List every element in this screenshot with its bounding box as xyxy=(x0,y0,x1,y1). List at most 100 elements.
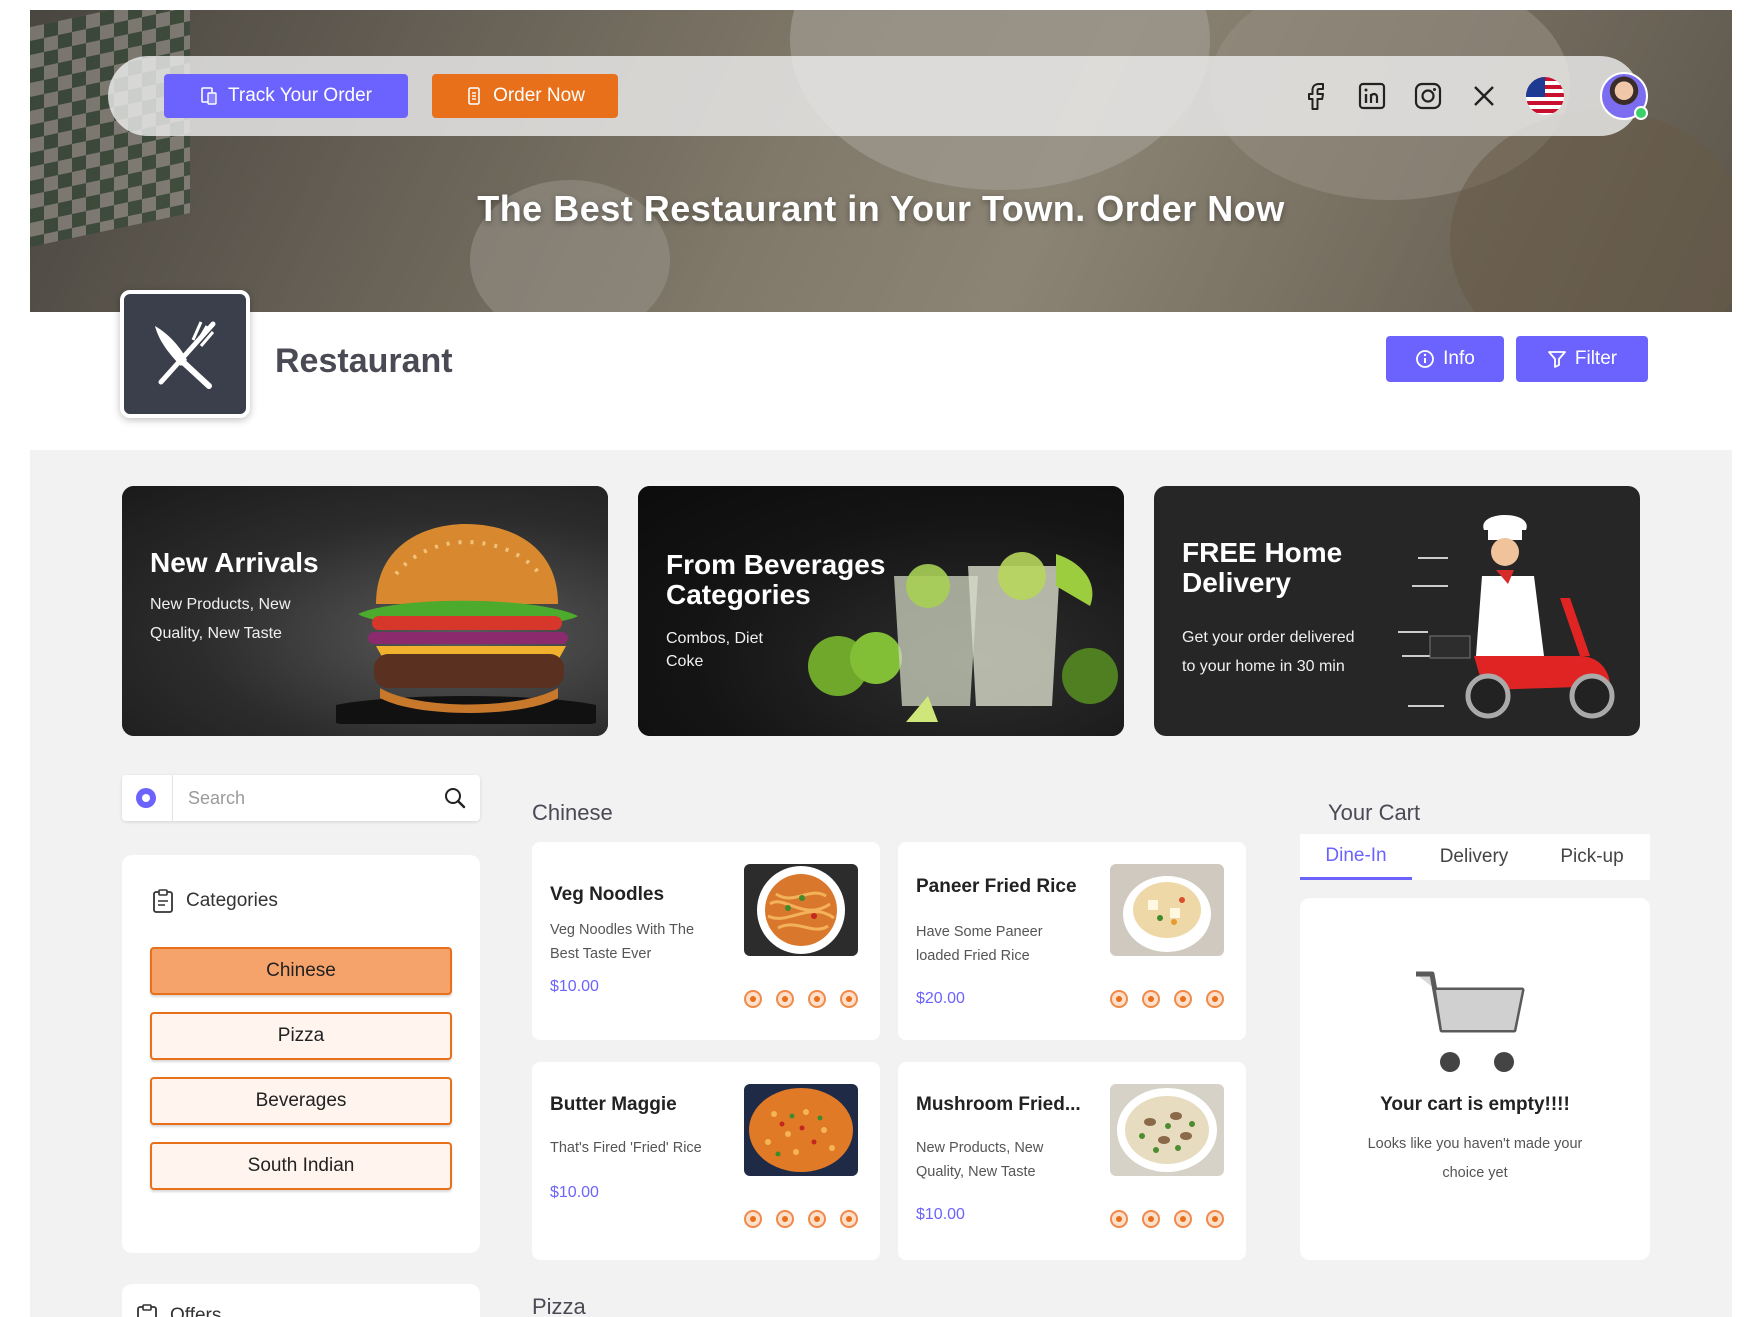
cart-panel: Your cart is empty!!!! Looks like you ha… xyxy=(1300,898,1650,1260)
instagram-icon[interactable] xyxy=(1410,78,1446,114)
dietary-tags xyxy=(744,1210,858,1228)
banner-subtitle-line-2: Quality, New Taste xyxy=(150,625,282,642)
offers-heading-label: Offers xyxy=(170,1305,222,1317)
tab-dine-in[interactable]: Dine-In xyxy=(1300,834,1412,880)
banner-subtitle-line-2: Coke xyxy=(666,653,704,670)
menu-item-name: Veg Noodles xyxy=(550,884,665,905)
veg-icon xyxy=(1142,1210,1160,1228)
banner-title-line-1: FREE Home xyxy=(1182,537,1343,568)
user-avatar[interactable] xyxy=(1600,72,1648,120)
menu-item-price: $10.00 xyxy=(916,1206,965,1223)
clipboard-icon xyxy=(153,889,173,913)
paneer-fried-rice-image xyxy=(1110,864,1224,956)
spicy-icon xyxy=(744,990,762,1008)
menu-item-price: $20.00 xyxy=(916,990,965,1007)
cart-title: Your Cart xyxy=(1328,800,1421,825)
online-status-dot xyxy=(1634,106,1648,120)
linkedin-icon[interactable] xyxy=(1354,78,1390,114)
facebook-icon[interactable] xyxy=(1298,78,1334,114)
order-now-label: Order Now xyxy=(493,85,585,106)
search-input[interactable] xyxy=(188,783,418,813)
veg-icon xyxy=(776,1210,794,1228)
search-icon[interactable] xyxy=(444,787,466,809)
gluten-icon xyxy=(1206,990,1224,1008)
shopping-cart-icon xyxy=(1416,971,1525,1072)
menu-item-card[interactable]: Butter Maggie That's Fired 'Fried' Rice … xyxy=(532,1062,880,1260)
cart-empty-subtitle-line-2: choice yet xyxy=(1442,1165,1508,1181)
order-now-button[interactable]: Order Now xyxy=(432,74,618,118)
menu-item-card[interactable]: Paneer Fried Rice Have Some Paneer loade… xyxy=(898,842,1246,1040)
delivery-scooter-image xyxy=(1398,515,1615,719)
menu-item-price: $10.00 xyxy=(550,1184,599,1201)
gluten-icon xyxy=(840,990,858,1008)
menu-item-desc-line-2: Quality, New Taste xyxy=(916,1164,1036,1180)
fork-knife-icon xyxy=(155,321,216,389)
hero-banner: Track Your Order Order Now The Best Rest… xyxy=(30,10,1732,312)
dietary-tags xyxy=(1110,990,1224,1008)
search-bar xyxy=(122,775,480,821)
gluten-icon xyxy=(1206,1210,1224,1228)
search-mode-radio[interactable] xyxy=(136,788,156,808)
track-order-label: Track Your Order xyxy=(228,85,372,106)
order-now-icon xyxy=(468,87,480,105)
offers-card: Offers xyxy=(122,1284,480,1317)
x-icon[interactable] xyxy=(1466,78,1502,114)
category-chinese[interactable]: Chinese xyxy=(150,947,452,995)
categories-card: Categories Chinese Pizza Beverages South… xyxy=(122,855,480,1253)
spicy-icon xyxy=(1110,990,1128,1008)
restaurant-header: Restaurant Info Filter xyxy=(30,290,1732,450)
us-flag-icon[interactable] xyxy=(1524,75,1566,117)
gluten-icon xyxy=(840,1210,858,1228)
page: Track Your Order Order Now The Best Rest… xyxy=(30,10,1732,1317)
cart-empty-title: Your cart is empty!!!! xyxy=(1380,1094,1570,1115)
menu-item-card[interactable]: Mushroom Fried... New Products, New Qual… xyxy=(898,1062,1246,1260)
info-icon xyxy=(1416,350,1435,368)
butter-maggie-image xyxy=(744,1084,858,1176)
banner-title-line-2: Delivery xyxy=(1182,567,1291,598)
cart-tabs: Dine-In Delivery Pick-up xyxy=(1300,834,1650,880)
section-title-chinese: Chinese xyxy=(532,800,613,825)
dietary-tags xyxy=(744,990,858,1008)
menu-item-card[interactable]: Veg Noodles Veg Noodles With The Best Ta… xyxy=(532,842,880,1040)
filter-icon xyxy=(1547,351,1566,368)
menu-item-name: Butter Maggie xyxy=(550,1094,677,1115)
veg-noodles-image xyxy=(744,864,858,956)
banner-new-arrivals[interactable]: New Arrivals New Products, New Quality, … xyxy=(122,486,608,736)
clipboard-icon xyxy=(137,1304,157,1317)
menu-item-desc-line-1: Veg Noodles With The xyxy=(550,922,695,938)
mushroom-fried-rice-image xyxy=(1110,1084,1224,1176)
spicy-icon xyxy=(1110,1210,1128,1228)
category-south-indian[interactable]: South Indian xyxy=(150,1142,452,1190)
burger-image xyxy=(336,524,596,724)
top-navigation-bar: Track Your Order Order Now xyxy=(108,56,1648,136)
cart-empty-subtitle-line-1: Looks like you haven't made your xyxy=(1367,1136,1583,1152)
hero-title: The Best Restaurant in Your Town. Order … xyxy=(477,188,1285,229)
veg-icon xyxy=(1142,990,1160,1008)
menu-item-desc-line-1: New Products, New xyxy=(916,1140,1044,1156)
banner-subtitle-line-1: Get your order delivered xyxy=(1182,629,1355,646)
categories-heading: Categories xyxy=(152,889,278,913)
vegan-icon xyxy=(808,1210,826,1228)
category-pizza[interactable]: Pizza xyxy=(150,1012,452,1060)
restaurant-name: Restaurant xyxy=(275,342,453,380)
offers-heading: Offers xyxy=(136,1304,221,1317)
banner-free-delivery[interactable]: FREE Home Delivery Get your order delive… xyxy=(1154,486,1640,736)
tab-delivery[interactable]: Delivery xyxy=(1418,834,1530,880)
banner-subtitle-line-1: New Products, New xyxy=(150,596,291,613)
track-order-button[interactable]: Track Your Order xyxy=(164,74,408,118)
banner-beverages[interactable]: From Beverages Categories Combos, Diet C… xyxy=(638,486,1124,736)
section-title-pizza: Pizza xyxy=(532,1294,586,1317)
dietary-tags xyxy=(1110,1210,1224,1228)
category-beverages[interactable]: Beverages xyxy=(150,1077,452,1125)
categories-heading-label: Categories xyxy=(186,890,278,911)
spicy-icon xyxy=(744,1210,762,1228)
vegan-icon xyxy=(808,990,826,1008)
banner-title: New Arrivals xyxy=(150,547,319,578)
menu-item-desc-line-1: That's Fired 'Fried' Rice xyxy=(550,1140,702,1156)
menu-item-desc-line-2: Best Taste Ever xyxy=(550,946,652,962)
info-button[interactable]: Info xyxy=(1386,336,1504,382)
restaurant-logo xyxy=(120,290,250,418)
filter-button[interactable]: Filter xyxy=(1516,336,1648,382)
menu-item-name: Mushroom Fried... xyxy=(916,1094,1081,1115)
tab-pick-up[interactable]: Pick-up xyxy=(1536,834,1648,880)
